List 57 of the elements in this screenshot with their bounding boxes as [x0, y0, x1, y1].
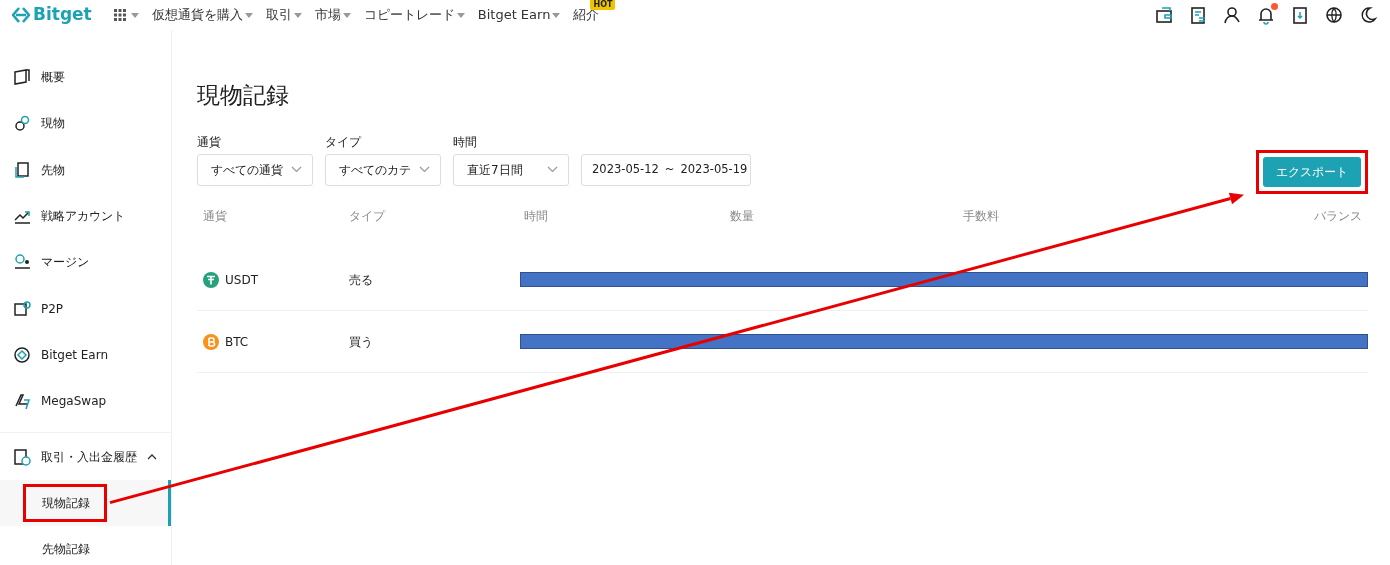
- column-header: 手数料: [962, 207, 1000, 225]
- caret-icon: [130, 12, 139, 18]
- download-icon[interactable]: [1290, 5, 1310, 25]
- nav-menu-item[interactable]: 仮想通貨を購入: [151, 5, 253, 25]
- date-range-field[interactable]: 2023-05-12 ~ 2023-05-19: [581, 153, 751, 186]
- sidebar-item[interactable]: MegaSwap: [0, 378, 171, 425]
- sidebar-item[interactable]: マージン: [0, 239, 171, 286]
- table-cell: 買う: [343, 310, 518, 373]
- globe-icon[interactable]: [1324, 5, 1344, 25]
- nav-menu-item[interactable]: 取引: [265, 5, 302, 25]
- moon-icon[interactable]: [1358, 5, 1378, 25]
- nav-menu-item[interactable]: 市場: [314, 5, 351, 25]
- highlighted-link[interactable]: 現物記録: [23, 483, 107, 522]
- column-header: 数量: [729, 207, 755, 225]
- dropdown-field[interactable]: すべての通貨: [197, 153, 313, 186]
- cycle-icon: [13, 345, 31, 364]
- chevron-icon: [419, 166, 430, 174]
- date-text: 2023-05-19: [680, 161, 748, 179]
- document-icon: [13, 160, 31, 179]
- coins-icon: [13, 114, 31, 133]
- grid-icon: [113, 9, 126, 21]
- column-header: バランス: [1313, 207, 1363, 225]
- bell-icon[interactable]: [1256, 5, 1276, 25]
- date-separator: ~: [664, 161, 675, 179]
- sidebar-item[interactable]: Bitget Earn: [0, 331, 171, 379]
- table-cell: 売る: [343, 248, 518, 311]
- sidebar-item[interactable]: 戦略アカウント: [0, 192, 171, 240]
- column-header: 時間: [523, 207, 549, 225]
- coin-name: BTC: [225, 333, 249, 351]
- chevron-icon: [291, 166, 302, 174]
- sidebar-subitem-row[interactable]: 現物記録: [0, 479, 171, 526]
- user-icon[interactable]: [1222, 5, 1242, 25]
- dropdown-field[interactable]: すべてのカテ: [325, 153, 441, 186]
- sidebar-item[interactable]: 先物: [0, 146, 171, 193]
- column-header: 通貨: [202, 207, 228, 225]
- date-text: 2023-05-12: [592, 161, 659, 179]
- apps-menu[interactable]: [113, 9, 139, 21]
- page-title: 現物記録: [197, 82, 290, 110]
- chevron-icon: [547, 166, 558, 174]
- sidebar-item[interactable]: P2P: [0, 285, 171, 332]
- sidebar-subitem[interactable]: 先物記録: [23, 529, 107, 565]
- filter-label: 通貨: [197, 133, 222, 151]
- sidebar-item[interactable]: 現物: [0, 100, 171, 147]
- orders-icon[interactable]: [1188, 5, 1208, 25]
- logo-icon: [12, 7, 30, 23]
- coin-name: USDT: [225, 271, 258, 289]
- nav-menu-item[interactable]: コピートレード: [363, 5, 465, 25]
- swap-icon: [13, 392, 31, 411]
- sidebar-item[interactable]: 取引・入出金履歴: [0, 433, 171, 480]
- sidebar-item[interactable]: 概要: [0, 54, 171, 101]
- sidebar-subitem-row[interactable]: 先物記録: [0, 525, 171, 565]
- column-header: タイプ: [348, 207, 387, 225]
- nav-menu-item[interactable]: Bitget Earn: [477, 5, 561, 25]
- filter-label: タイプ: [325, 133, 363, 151]
- dropdown-field[interactable]: 直近7日間: [453, 153, 569, 186]
- filter-label: 時間: [453, 133, 478, 151]
- hot-badge: HOT: [590, 0, 616, 11]
